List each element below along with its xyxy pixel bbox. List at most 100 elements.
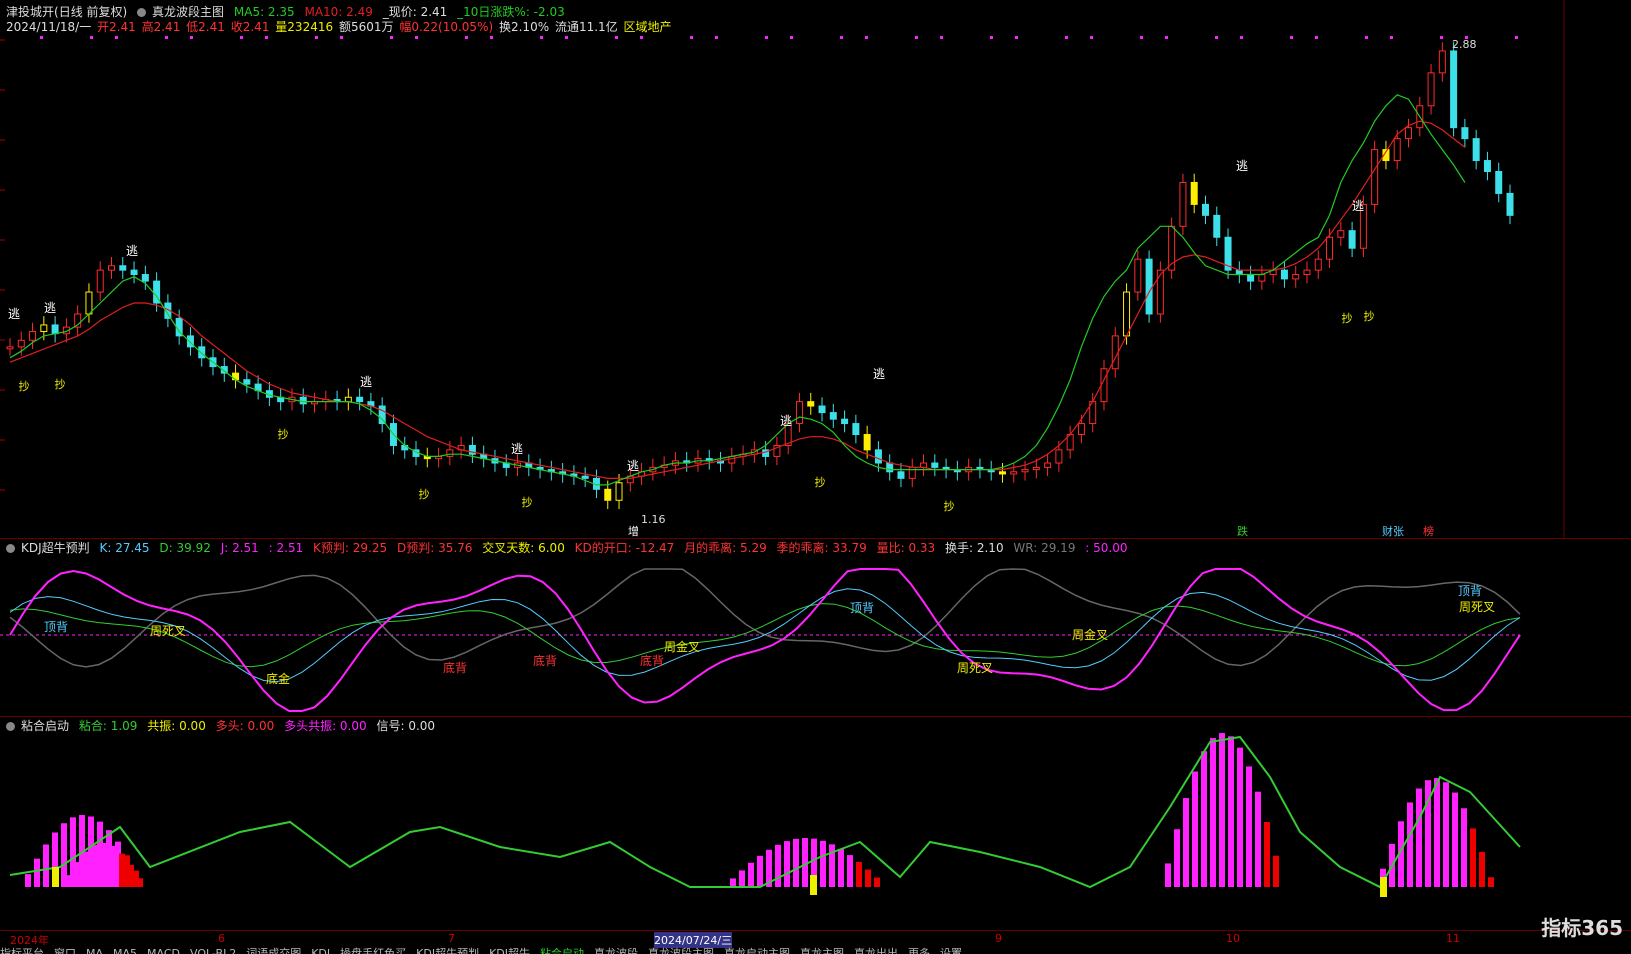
candle-body <box>1495 171 1503 194</box>
kdj-pane[interactable]: KDJ超牛预判 K: 27.45 D: 39.92 J: 2.51 : 2.51… <box>0 538 1631 717</box>
buy-label: 抄 <box>55 377 66 391</box>
buy-label: 抄 <box>815 475 826 489</box>
escape-label: 逃 <box>1236 159 1248 173</box>
candle-body <box>931 462 939 468</box>
candle-body <box>1326 236 1334 260</box>
candle-body <box>818 405 826 414</box>
nianhe-bar <box>847 855 853 887</box>
wr-line <box>9 568 1521 668</box>
signal-dot <box>540 36 543 39</box>
kdj-signal-label: 周金叉 <box>1072 627 1108 642</box>
nianhe-line <box>9 735 1521 889</box>
candle-body <box>1303 269 1311 276</box>
die-tag: 跌 <box>1237 524 1248 538</box>
candle-body <box>6 346 14 350</box>
candle-body <box>1258 274 1266 282</box>
nianhe-bar <box>34 858 40 887</box>
nianhe-bar <box>128 864 134 887</box>
candle-body <box>1506 192 1514 216</box>
nianhe-chart[interactable] <box>0 717 1631 931</box>
candle-body <box>1461 127 1469 140</box>
candle-body <box>1235 269 1243 276</box>
escape-label: 逃 <box>511 442 523 456</box>
nianhe-bar <box>1228 736 1234 887</box>
candle-body <box>1427 72 1435 107</box>
x-tick: 7 <box>448 932 455 945</box>
indicator-tab[interactable]: 真龙启动主图 <box>724 947 790 954</box>
indicator-tab[interactable]: KDJ <box>311 947 330 954</box>
candle-body <box>85 291 93 315</box>
indicator-tab[interactable]: 窗口 <box>54 947 76 954</box>
nianhe-bar <box>1174 829 1180 887</box>
candle-body <box>378 405 386 425</box>
zeng-tag: 增 <box>628 524 639 538</box>
kdj-signal-label: 底背 <box>533 653 557 668</box>
escape-label: 逃 <box>873 367 885 381</box>
signal-dot <box>615 36 618 39</box>
candle-body <box>446 449 454 457</box>
main-chart-pane[interactable]: 津投城开(日线 前复权) 真龙波段主图 MA5: 2.35 MA10: 2.49… <box>0 0 1631 538</box>
candle-body <box>1472 138 1480 162</box>
low-price-label: 1.16 <box>641 513 666 526</box>
candle-body <box>615 482 623 501</box>
nianhe-bar <box>110 846 116 887</box>
nianhe-bar <box>1192 771 1198 887</box>
candle-body <box>1404 127 1412 140</box>
brand-logo: 指标365 <box>1541 916 1623 940</box>
indicator-tab[interactable]: 更多 <box>908 947 930 954</box>
candle-body <box>1201 203 1209 216</box>
buy-label: 抄 <box>522 495 533 509</box>
candlestick-chart[interactable]: 逃逃逃逃逃逃逃逃逃逃抄 抄抄抄抄抄抄抄 抄2.881.16增跌财张榜 <box>0 0 1631 538</box>
candle-body <box>807 401 815 407</box>
nianhe-bar <box>25 874 31 887</box>
indicator-tab[interactable]: KDJ超牛预判 <box>416 947 479 954</box>
candle-body <box>141 274 149 282</box>
signal-dot <box>565 36 568 39</box>
signal-dot <box>1240 36 1243 39</box>
kdj-signal-label: 顶背 <box>1458 584 1482 598</box>
nianhe-bar <box>739 870 745 887</box>
candle-body <box>299 396 307 405</box>
indicator-tab[interactable]: MACD <box>147 947 180 954</box>
candle-body <box>198 346 206 359</box>
candle-body <box>581 475 589 479</box>
nianhe-bar <box>856 861 862 887</box>
indicator-tab[interactable]: KDJ超牛 <box>489 947 530 954</box>
nianhe-pane[interactable]: 粘合启动 粘合: 1.09 共振: 0.00 多头: 0.00 多头共振: 0.… <box>0 716 1631 931</box>
candle-body <box>1213 214 1221 238</box>
escape-label: 逃 <box>627 459 639 473</box>
candle-body <box>1438 50 1446 74</box>
indicator-tab[interactable]: 指标平台 <box>0 947 44 954</box>
indicator-tab[interactable]: 设置 <box>940 947 962 954</box>
indicator-tab[interactable]: 真龙出出 <box>854 947 898 954</box>
kdj-chart[interactable]: 顶背 周死叉底金底背 底背 底背周金叉顶背周死叉周金叉顶背周死叉 <box>0 539 1631 717</box>
nianhe-bar <box>1470 828 1476 887</box>
candle-body <box>1021 469 1029 473</box>
indicator-tab[interactable]: 真龙主图 <box>800 947 844 954</box>
ma5-line <box>9 94 1466 486</box>
indicator-tab[interactable]: 词语成交图 <box>246 947 301 954</box>
nianhe-bar <box>1165 863 1171 887</box>
signal-dot <box>1015 36 1018 39</box>
candle-body <box>1111 335 1119 370</box>
nianhe-bar <box>757 855 763 887</box>
indicator-tab[interactable]: MA5 <box>113 947 137 954</box>
signal-dot <box>40 36 43 39</box>
candle-body <box>863 434 871 451</box>
candle-body <box>1337 230 1345 238</box>
indicator-tab[interactable]: VOL-BL2 <box>190 947 236 954</box>
indicator-tab[interactable]: 操盘手红色买 <box>340 947 406 954</box>
escape-label: 逃 <box>8 307 20 321</box>
indicator-tab[interactable]: MA <box>86 947 103 954</box>
nianhe-yellow-bar <box>810 875 817 895</box>
signal-dot <box>840 36 843 39</box>
indicator-tab[interactable]: 真龙波段主图 <box>648 947 714 954</box>
x-axis: 2024年 6 7 2024/07/24/三 9 10 11 <box>0 930 1631 948</box>
nianhe-bar <box>137 878 143 887</box>
indicator-tab[interactable]: 粘合启动 <box>540 947 584 954</box>
nianhe-bar <box>1443 782 1449 887</box>
kdj-signal-label: 顶背 <box>850 601 874 615</box>
indicator-tab[interactable]: 真龙波段 <box>594 947 638 954</box>
candle-body <box>1032 466 1040 471</box>
signal-dot <box>690 36 693 39</box>
